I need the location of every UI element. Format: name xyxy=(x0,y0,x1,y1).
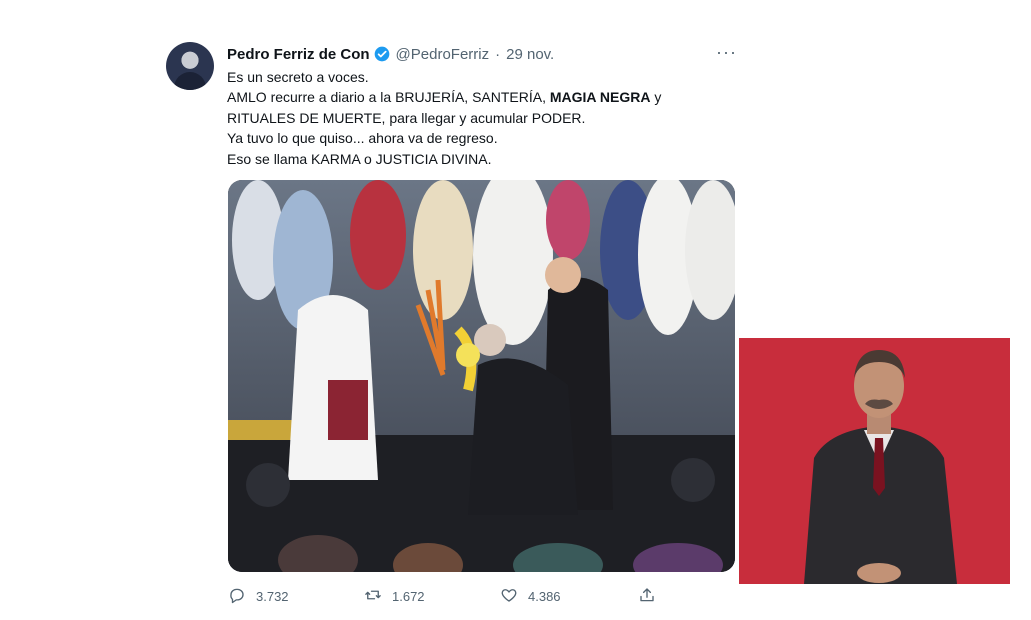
reply-icon xyxy=(228,586,246,607)
tweet-line: Es un secreto a voces. xyxy=(227,69,369,85)
like-count: 4.386 xyxy=(528,589,561,604)
share-button[interactable] xyxy=(638,586,656,607)
retweet-icon xyxy=(364,586,382,607)
tweet-date[interactable]: 29 nov. xyxy=(506,46,554,63)
like-button[interactable]: 4.386 xyxy=(500,586,561,607)
heart-icon xyxy=(500,586,518,607)
tweet-text: Es un secreto a voces. AMLO recurre a di… xyxy=(227,67,727,169)
tweet-line: RITUALES DE MUERTE, para llegar y acumul… xyxy=(227,109,586,126)
author-name[interactable]: Pedro Ferriz de Con xyxy=(227,46,370,63)
tweet-line: AMLO recurre a diario a la BRUJERÍA, SAN… xyxy=(227,87,727,107)
avatar[interactable] xyxy=(166,42,214,90)
retweet-button[interactable]: 1.672 xyxy=(364,586,425,607)
tweet-actions: 3.732 1.672 4.386 xyxy=(228,586,668,608)
tweet-text-bold: MAGIA NEGRA xyxy=(549,89,651,106)
tweet-line: Eso se llama KARMA o JUSTICIA DIVINA. xyxy=(227,150,492,167)
sign-language-interpreter-video xyxy=(739,338,1010,584)
tweet-text-segment: y xyxy=(650,89,662,106)
verified-badge-icon xyxy=(374,46,390,62)
reply-button[interactable]: 3.732 xyxy=(228,586,289,607)
tweet-text-segment: AMLO recurre a diario a la BRUJERÍA, SAN… xyxy=(227,89,550,106)
reply-count: 3.732 xyxy=(256,589,289,604)
tweet-line: Ya tuvo lo que quiso... ahora va de regr… xyxy=(227,130,498,147)
retweet-count: 1.672 xyxy=(392,589,425,604)
tweet-photo[interactable] xyxy=(228,180,735,572)
more-dots-icon[interactable]: ··· xyxy=(716,42,737,63)
tweet-card: Pedro Ferriz de Con @PedroFerriz · 29 no… xyxy=(166,38,746,618)
tweet-header: Pedro Ferriz de Con @PedroFerriz · 29 no… xyxy=(227,44,554,64)
header-separator: · xyxy=(495,45,501,63)
author-handle[interactable]: @PedroFerriz xyxy=(396,46,490,63)
share-icon xyxy=(638,586,656,607)
